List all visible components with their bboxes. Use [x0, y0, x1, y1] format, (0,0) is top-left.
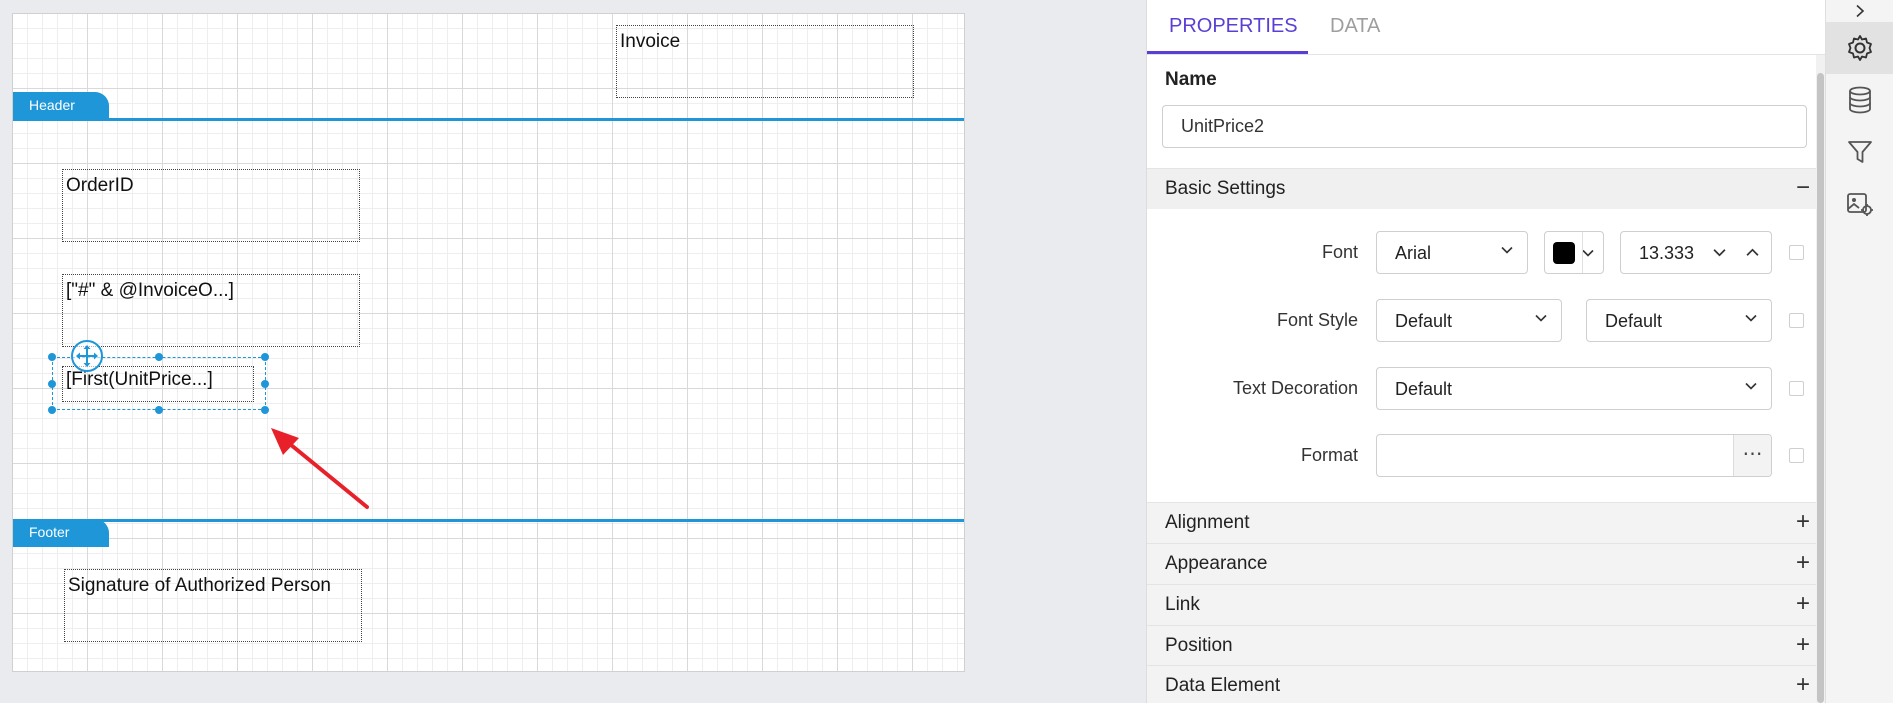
- icon-rail: [1825, 0, 1893, 703]
- order-id-textbox[interactable]: OrderID: [62, 169, 360, 242]
- tab-properties[interactable]: PROPERTIES: [1169, 15, 1298, 38]
- font-style-override-checkbox[interactable]: [1789, 313, 1804, 328]
- signature-text: Signature of Authorized Person: [68, 575, 332, 596]
- properties-scrollbar[interactable]: [1816, 55, 1825, 703]
- section-appearance[interactable]: Appearance +: [1147, 543, 1826, 584]
- font-color-swatch: [1553, 242, 1575, 264]
- invoice-expression-text: ["#" & @InvoiceO...]: [66, 280, 234, 301]
- expand-icon[interactable]: +: [1796, 671, 1810, 699]
- resize-handle-bottom-left[interactable]: [48, 406, 56, 414]
- chevron-down-icon[interactable]: [1713, 246, 1726, 259]
- panel-tabs: PROPERTIES DATA: [1147, 0, 1826, 55]
- chevron-up-icon[interactable]: [1746, 246, 1759, 259]
- header-band-tab[interactable]: Header: [13, 92, 109, 120]
- expand-icon[interactable]: +: [1796, 631, 1810, 659]
- section-data-element[interactable]: Data Element +: [1147, 665, 1826, 703]
- tab-data[interactable]: DATA: [1330, 15, 1380, 38]
- section-position[interactable]: Position +: [1147, 625, 1826, 666]
- move-handle-icon[interactable]: [71, 340, 103, 372]
- invoice-title-text: Invoice: [620, 31, 681, 52]
- name-field[interactable]: [1162, 105, 1807, 148]
- chevron-down-icon: [1582, 249, 1594, 257]
- annotation-arrow-icon: [271, 428, 369, 509]
- properties-panel: PROPERTIES DATA Name Basic Settings − Fo…: [1146, 0, 1826, 703]
- expand-icon[interactable]: +: [1796, 508, 1810, 536]
- resize-handle-top-right[interactable]: [261, 353, 269, 361]
- expand-icon[interactable]: +: [1796, 590, 1810, 618]
- font-family-dropdown[interactable]: Arial: [1376, 231, 1528, 274]
- chevron-down-icon: [1501, 246, 1513, 254]
- section-appearance-title: Appearance: [1165, 553, 1268, 574]
- signature-textbox[interactable]: Signature of Authorized Person: [64, 569, 362, 642]
- format-override-checkbox[interactable]: [1789, 448, 1804, 463]
- order-id-text: OrderID: [66, 175, 134, 196]
- gear-icon: [1848, 35, 1872, 61]
- database-icon: [1849, 86, 1871, 114]
- active-tab-indicator: [1147, 51, 1308, 54]
- footer-band-tab[interactable]: Footer: [13, 519, 109, 547]
- resize-handle-middle-right[interactable]: [261, 380, 269, 388]
- rail-properties-button[interactable]: [1826, 22, 1893, 74]
- chevron-down-icon: [1535, 314, 1547, 322]
- header-band-separator[interactable]: [13, 118, 964, 121]
- text-decoration-override-checkbox[interactable]: [1789, 381, 1804, 396]
- section-data-element-title: Data Element: [1165, 675, 1281, 696]
- section-alignment-title: Alignment: [1165, 512, 1250, 533]
- expand-icon[interactable]: +: [1796, 549, 1810, 577]
- rail-filter-button[interactable]: [1826, 126, 1893, 178]
- format-label: Format: [1300, 445, 1358, 465]
- section-basic-settings[interactable]: Basic Settings −: [1147, 168, 1826, 209]
- font-size-stepper[interactable]: 13.333: [1620, 231, 1772, 274]
- font-size-value: 13.333: [1639, 243, 1695, 263]
- font-family-value: Arial: [1395, 243, 1432, 263]
- chevron-down-icon: [1745, 382, 1757, 390]
- text-decoration-label: Text Decoration: [1232, 378, 1358, 398]
- font-style-label: Font Style: [1276, 310, 1358, 330]
- properties-scroll-area[interactable]: Name Basic Settings − Font Arial 13.333: [1147, 55, 1826, 703]
- image-settings-icon: [1847, 193, 1873, 216]
- header-band-label: Header: [29, 97, 75, 113]
- resize-handle-top-middle[interactable]: [155, 353, 163, 361]
- resize-handle-top-left[interactable]: [48, 353, 56, 361]
- font-label: Font: [1321, 242, 1358, 262]
- font-style-dropdown[interactable]: Default: [1376, 299, 1562, 342]
- section-position-title: Position: [1165, 635, 1233, 656]
- text-decoration-value: Default: [1395, 379, 1453, 399]
- report-design-canvas[interactable]: Invoice Header OrderID ["#" & @InvoiceO.…: [12, 13, 965, 672]
- filter-icon: [1848, 141, 1872, 163]
- format-more-button[interactable]: ⋯: [1733, 435, 1771, 476]
- name-label: Name: [1165, 69, 1217, 90]
- section-link[interactable]: Link +: [1147, 584, 1826, 625]
- more-horizontal-icon: ⋯: [1742, 443, 1763, 465]
- scrollbar-thumb[interactable]: [1817, 73, 1824, 703]
- color-picker-divider: [1582, 232, 1583, 273]
- section-alignment[interactable]: Alignment +: [1147, 502, 1826, 543]
- format-field[interactable]: ⋯: [1376, 434, 1772, 477]
- font-style-value: Default: [1395, 311, 1453, 331]
- font-weight-value: Default: [1605, 311, 1663, 331]
- font-color-picker[interactable]: [1544, 231, 1604, 274]
- chevron-right-icon: [1856, 4, 1865, 18]
- footer-band-separator[interactable]: [13, 519, 964, 522]
- resize-handle-middle-left[interactable]: [48, 380, 56, 388]
- invoice-expression-textbox[interactable]: ["#" & @InvoiceO...]: [62, 274, 360, 347]
- text-decoration-dropdown[interactable]: Default: [1376, 367, 1772, 410]
- rail-data-button[interactable]: [1826, 74, 1893, 126]
- rail-image-settings-button[interactable]: [1826, 178, 1893, 230]
- footer-band-label: Footer: [29, 524, 70, 540]
- chevron-down-icon: [1745, 314, 1757, 322]
- resize-handle-bottom-middle[interactable]: [155, 406, 163, 414]
- collapse-panel-button[interactable]: [1826, 0, 1893, 22]
- collapse-icon[interactable]: −: [1796, 174, 1810, 202]
- font-override-checkbox[interactable]: [1789, 245, 1804, 260]
- invoice-title-textbox[interactable]: Invoice: [616, 25, 914, 98]
- resize-handle-bottom-right[interactable]: [261, 406, 269, 414]
- font-weight-dropdown[interactable]: Default: [1586, 299, 1772, 342]
- section-basic-settings-title: Basic Settings: [1165, 178, 1286, 199]
- section-link-title: Link: [1165, 594, 1200, 615]
- unit-price-text: [First(UnitPrice...]: [66, 369, 213, 390]
